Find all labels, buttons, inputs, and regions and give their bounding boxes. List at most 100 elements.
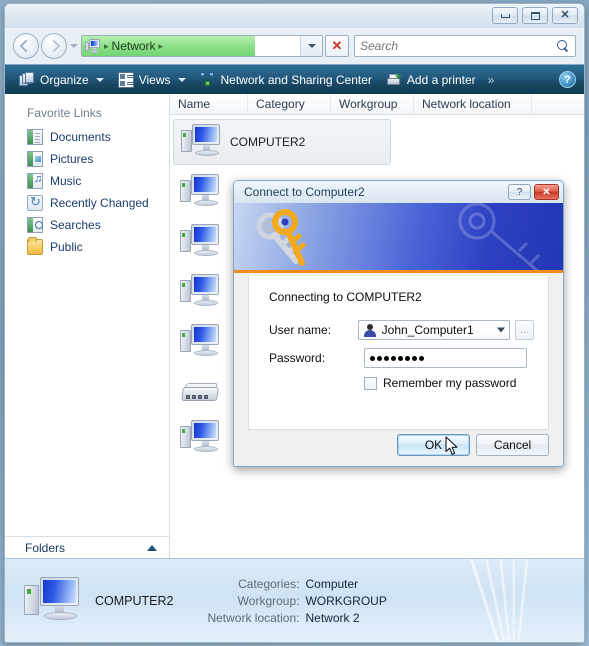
- username-label: User name:: [269, 323, 332, 337]
- dialog-help-button[interactable]: ?: [508, 184, 531, 200]
- help-icon[interactable]: ?: [559, 71, 576, 88]
- chevron-down-icon[interactable]: [497, 327, 506, 333]
- details-pane: COMPUTER2 Categories: Computer Workgroup…: [5, 558, 584, 642]
- window-controls: ✕: [492, 7, 578, 24]
- window-titlebar[interactable]: ✕: [5, 4, 584, 28]
- breadcrumb-separator-end[interactable]: ▸: [159, 41, 164, 52]
- network-sharing-center-button[interactable]: Network and Sharing Center: [194, 69, 378, 91]
- computer-icon: [180, 123, 222, 161]
- explorer-window: ✕ ▸ Network ▸ ✕ Search Organize Views Ne…: [4, 3, 585, 643]
- column-header-filler: [532, 94, 584, 114]
- sidebar-item-documents[interactable]: Documents: [5, 126, 169, 148]
- music-icon: [27, 173, 43, 189]
- computer-icon: [179, 323, 221, 361]
- sidebar-item-label: Public: [50, 240, 83, 254]
- organize-button[interactable]: Organize: [13, 69, 110, 91]
- sidebar-item-recently-changed[interactable]: Recently Changed: [5, 192, 169, 214]
- computer-icon: [23, 575, 81, 627]
- add-printer-label: Add a printer: [406, 72, 476, 87]
- keys-icon: [256, 209, 306, 266]
- dialog-body: Connecting to COMPUTER2 User name: John_…: [234, 276, 563, 466]
- column-header-category[interactable]: Category: [248, 94, 331, 114]
- dialog-close-button[interactable]: ✕: [534, 184, 559, 200]
- command-toolbar: Organize Views Network and Sharing Cente…: [5, 64, 584, 94]
- maximize-button[interactable]: [522, 7, 548, 24]
- views-button[interactable]: Views: [112, 69, 192, 91]
- sidebar-item-pictures[interactable]: Pictures: [5, 148, 169, 170]
- favorite-links-list: Documents Pictures Music Recently Change…: [5, 126, 169, 536]
- details-row-workgroup: Workgroup: WORKGROUP: [195, 593, 387, 608]
- username-value: John_Computer1: [381, 323, 474, 337]
- breadcrumb-network[interactable]: Network: [112, 39, 156, 53]
- column-header-network-location[interactable]: Network location: [414, 94, 532, 114]
- folders-toggle[interactable]: Folders: [5, 536, 169, 558]
- address-bar[interactable]: ▸ Network ▸: [81, 35, 323, 57]
- column-headers: Name Category Workgroup Network location: [170, 94, 584, 115]
- back-button[interactable]: [13, 33, 39, 59]
- minimize-button[interactable]: [492, 7, 518, 24]
- dialog-title: Connect to Computer2: [244, 185, 365, 199]
- details-row-network-location: Network location: Network 2: [195, 611, 386, 625]
- details-label: Workgroup:: [237, 593, 300, 608]
- sidebar-item-public[interactable]: Public: [5, 236, 169, 258]
- computer-icon: [179, 419, 221, 457]
- username-row: User name: John_Computer1 ...: [269, 320, 534, 340]
- close-button[interactable]: ✕: [552, 7, 578, 24]
- network-sharing-icon: [199, 71, 216, 88]
- password-input[interactable]: [364, 348, 527, 368]
- breadcrumb-separator: ▸: [104, 40, 109, 51]
- toolbar-overflow-button[interactable]: »: [484, 73, 499, 87]
- remember-password-row[interactable]: Remember my password: [364, 376, 516, 390]
- details-label: Categories:: [238, 576, 300, 591]
- chevron-down-icon: [95, 77, 104, 82]
- views-label: Views: [138, 72, 171, 87]
- chevron-down-icon: [177, 77, 186, 82]
- sidebar-item-searches[interactable]: Searches: [5, 214, 169, 236]
- column-header-name[interactable]: Name: [170, 94, 248, 114]
- address-dropdown-button[interactable]: [300, 36, 322, 56]
- browse-button[interactable]: ...: [515, 320, 534, 340]
- cancel-button[interactable]: Cancel: [476, 434, 549, 456]
- close-icon: ✕: [542, 186, 551, 198]
- password-row: Password:: [269, 348, 534, 368]
- network-icon: [85, 38, 101, 54]
- list-item-label: COMPUTER2: [230, 135, 306, 149]
- connecting-text: Connecting to COMPUTER2: [269, 290, 422, 304]
- search-box[interactable]: [354, 35, 576, 57]
- dialog-form-area: Connecting to COMPUTER2 User name: John_…: [248, 276, 549, 430]
- sidebar-item-music[interactable]: Music: [5, 170, 169, 192]
- organize-icon: [19, 71, 35, 88]
- list-item[interactable]: COMPUTER2: [173, 119, 391, 165]
- ok-button[interactable]: OK: [397, 434, 470, 456]
- username-combobox[interactable]: John_Computer1: [357, 320, 511, 340]
- details-value: Computer: [305, 576, 359, 591]
- sidebar-item-label: Recently Changed: [50, 196, 149, 210]
- password-label: Password:: [269, 351, 326, 365]
- sidebar-item-label: Documents: [50, 130, 111, 144]
- address-row: ▸ Network ▸ ✕: [5, 28, 584, 64]
- forward-button[interactable]: [41, 33, 67, 59]
- chevron-up-icon: [147, 544, 157, 551]
- add-printer-button[interactable]: + Add a printer: [380, 69, 482, 91]
- documents-icon: [27, 129, 43, 145]
- remember-password-label: Remember my password: [383, 376, 517, 390]
- dialog-actions: OK Cancel: [397, 434, 549, 456]
- details-value: Network 2: [305, 610, 360, 625]
- keys-watermark-icon: [458, 203, 541, 270]
- search-input[interactable]: [360, 39, 557, 53]
- details-value: WORKGROUP: [305, 593, 387, 608]
- details-computer-name: COMPUTER2: [95, 593, 174, 608]
- views-icon: [117, 71, 134, 88]
- public-folder-icon: [27, 237, 43, 255]
- user-icon: [363, 323, 377, 337]
- navigation-sidebar: Favorite Links Documents Pictures Music …: [5, 94, 170, 558]
- favorite-links-title: Favorite Links: [27, 106, 102, 120]
- details-label: Network location:: [207, 610, 300, 625]
- stop-button[interactable]: ✕: [325, 35, 349, 57]
- sidebar-item-label: Searches: [50, 218, 101, 232]
- dialog-titlebar[interactable]: Connect to Computer2 ? ✕: [234, 181, 563, 203]
- column-header-workgroup[interactable]: Workgroup: [331, 94, 414, 114]
- remember-password-checkbox[interactable]: [364, 376, 377, 390]
- dialog-banner: [234, 203, 563, 273]
- history-dropdown-button[interactable]: [67, 33, 81, 59]
